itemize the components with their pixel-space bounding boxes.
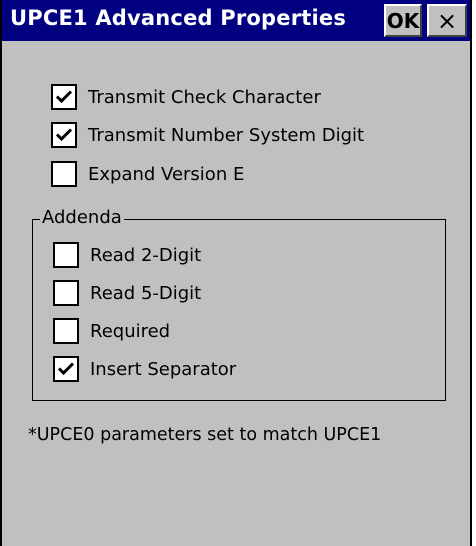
checkbox-box[interactable] xyxy=(51,161,77,187)
checkbox-label: Expand Version E xyxy=(88,163,245,185)
checkbox-read-2-digit[interactable]: Read 2-Digit xyxy=(53,242,201,268)
checkbox-box[interactable] xyxy=(51,122,77,148)
footnote-text: *UPCE0 parameters set to match UPCE1 xyxy=(28,425,382,445)
window-title: UPCE1 Advanced Properties xyxy=(10,6,347,30)
checkbox-label: Transmit Number System Digit xyxy=(88,124,365,146)
checkbox-insert-separator[interactable]: Insert Separator xyxy=(53,356,236,382)
title-bar: UPCE1 Advanced Properties OK × xyxy=(2,0,470,41)
checkbox-transmit-number-system-digit[interactable]: Transmit Number System Digit xyxy=(51,122,364,148)
checkbox-label: Read 5-Digit xyxy=(90,282,202,304)
checkmark-icon xyxy=(55,128,73,142)
addenda-legend: Addenda xyxy=(40,207,124,228)
checkmark-icon xyxy=(57,362,75,376)
addenda-groupbox: Addenda Read 2-Digit Read 5-Digit Requir… xyxy=(32,207,446,401)
checkbox-label: Transmit Check Character xyxy=(88,86,321,108)
checkbox-expand-version-e[interactable]: Expand Version E xyxy=(51,161,244,187)
checkbox-read-5-digit[interactable]: Read 5-Digit xyxy=(53,280,201,306)
close-button[interactable]: × xyxy=(427,4,467,37)
checkbox-label: Required xyxy=(90,320,171,342)
checkmark-icon xyxy=(55,90,73,104)
checkbox-label: Insert Separator xyxy=(90,358,237,380)
ok-button[interactable]: OK xyxy=(384,4,422,37)
checkbox-box[interactable] xyxy=(53,280,79,306)
checkbox-required[interactable]: Required xyxy=(53,318,170,344)
checkbox-label: Read 2-Digit xyxy=(90,244,202,266)
checkbox-transmit-check-character[interactable]: Transmit Check Character xyxy=(51,84,321,110)
checkbox-box[interactable] xyxy=(51,84,77,110)
checkbox-box[interactable] xyxy=(53,242,79,268)
checkbox-box[interactable] xyxy=(53,318,79,344)
dialog-content: Transmit Check Character Transmit Number… xyxy=(2,41,470,546)
properties-window: UPCE1 Advanced Properties OK × Transmit … xyxy=(0,0,472,546)
checkbox-box[interactable] xyxy=(53,356,79,382)
